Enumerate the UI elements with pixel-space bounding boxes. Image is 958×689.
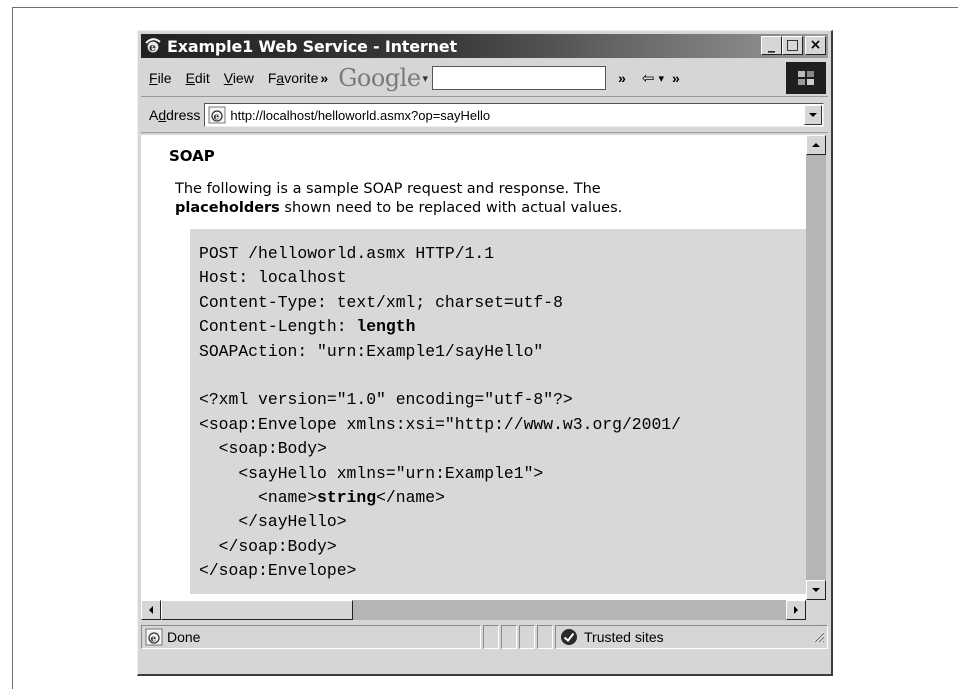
arrow-right-icon	[794, 606, 798, 614]
address-label: Address	[149, 107, 200, 123]
menu-edit-rest: dit	[194, 70, 210, 86]
address-dropdown-icon[interactable]	[804, 105, 822, 125]
code-line: Content-Length: length	[199, 315, 681, 339]
svg-text:e: e	[149, 41, 156, 54]
toolbar-overflow-chevron-2[interactable]: »	[672, 70, 680, 86]
code-line: <soap:Envelope xmlns:xsi="http://www.w3.…	[199, 414, 681, 434]
page-frame-left	[12, 7, 13, 689]
google-logo[interactable]: Google	[338, 64, 421, 92]
code-line: SOAPAction: "urn:Example1/sayHello"	[199, 341, 544, 361]
menu-favorites[interactable]: Favorite	[268, 70, 319, 86]
address-url: http://localhost/helloworld.asmx?op=sayH…	[230, 107, 491, 123]
code-line-part: Content-Length:	[199, 317, 357, 337]
security-zone-panel[interactable]: Trusted sites	[555, 625, 828, 649]
menu-view-accel: V	[223, 70, 233, 86]
address-label-pre: A	[149, 107, 159, 123]
ie-icon: e	[144, 37, 162, 55]
trusted-sites-check-icon	[560, 628, 578, 646]
scroll-up-button[interactable]	[806, 135, 826, 155]
menu-edit-accel: E	[185, 70, 195, 86]
code-line: POST /helloworld.asmx HTTP/1.1	[199, 244, 495, 263]
page-icon: e	[208, 106, 226, 124]
page-content: SOAP The following is a sample SOAP requ…	[141, 135, 806, 600]
menu-view-rest: iew	[232, 70, 254, 86]
minimize-button[interactable]: _	[761, 36, 782, 55]
description-bold: placeholders	[175, 200, 280, 216]
google-dropdown-icon[interactable]: ▾	[423, 72, 429, 85]
code-line: <soap:Body>	[199, 439, 327, 459]
svg-text:e: e	[151, 635, 157, 645]
description-line2: placeholders shown need to be replaced w…	[175, 199, 795, 218]
address-label-accel: d	[158, 107, 167, 123]
back-button[interactable]: ⇦ ▾	[642, 69, 664, 87]
scrollbar-corner	[806, 600, 826, 620]
scroll-left-button[interactable]	[141, 600, 161, 620]
google-search-input[interactable]	[432, 66, 607, 90]
code-line-part: </name>	[376, 488, 445, 508]
status-text: Done	[167, 629, 201, 645]
address-input[interactable]: e http://localhost/helloworld.asmx?op=sa…	[204, 103, 824, 127]
code-line-blank: ​	[199, 364, 681, 388]
window-title: Example1 Web Service - Internet	[167, 36, 457, 56]
window-controls: _ □ ×	[761, 36, 826, 55]
status-cell	[483, 625, 499, 649]
back-dropdown-icon: ▾	[658, 72, 664, 85]
menu-file[interactable]: File	[149, 70, 172, 86]
menu-file-rest: ile	[157, 70, 172, 86]
status-bar: e Done Trusted sites	[141, 624, 828, 650]
horizontal-scrollbar[interactable]	[141, 600, 806, 620]
vertical-scrollbar[interactable]	[806, 135, 826, 600]
status-cell	[537, 625, 553, 649]
status-cell	[501, 625, 517, 649]
description-line2-rest: shown need to be replaced with actual va…	[279, 200, 623, 216]
status-cell	[519, 625, 535, 649]
horizontal-scroll-thumb[interactable]	[161, 600, 353, 620]
close-button[interactable]: ×	[805, 36, 826, 55]
title-bar: e Example1 Web Service - Internet _ □ ×	[141, 34, 828, 58]
menu-file-accel: F	[149, 70, 158, 86]
maximize-button[interactable]: □	[782, 36, 803, 55]
menu-bar: File Edit View Favorite » Google ▾ » ⇦ ▾…	[141, 60, 828, 97]
code-placeholder: string	[317, 488, 377, 508]
status-page-icon: e	[145, 628, 163, 646]
menu-favorites-rest: vorite	[284, 70, 319, 86]
code-line: Host: localhost	[199, 268, 347, 288]
back-arrow-icon: ⇦	[641, 70, 655, 87]
security-zone-text: Trusted sites	[584, 629, 664, 645]
windows-logo-icon	[786, 62, 826, 94]
menu-overflow-chevron[interactable]: »	[320, 70, 328, 86]
arrow-up-icon	[812, 143, 820, 147]
code-line: </soap:Envelope>	[199, 561, 357, 581]
address-bar: Address e http://localhost/helloworld.as…	[141, 98, 828, 133]
browser-window: e Example1 Web Service - Internet _ □ × …	[137, 30, 833, 676]
code-line: Content-Type: text/xml; charset=utf-8	[199, 292, 563, 312]
description: The following is a sample SOAP request a…	[175, 180, 795, 218]
svg-text:e: e	[214, 113, 220, 123]
address-label-rest: dress	[166, 107, 201, 123]
resize-grip-icon[interactable]	[811, 629, 825, 646]
code-line: <sayHello xmlns="urn:Example1">	[199, 463, 544, 483]
scroll-down-button[interactable]	[806, 580, 826, 600]
page-frame-top	[12, 7, 958, 8]
arrow-down-icon	[812, 588, 820, 592]
code-placeholder: length	[356, 317, 416, 337]
arrow-left-icon	[149, 606, 153, 614]
description-line1: The following is a sample SOAP request a…	[175, 181, 601, 197]
code-line: <name>string</name>	[199, 486, 681, 510]
scroll-right-button[interactable]	[786, 600, 806, 620]
code-line: </soap:Body>	[199, 536, 337, 556]
status-text-panel: e Done	[141, 625, 481, 649]
code-line: <?xml version="1.0" encoding="utf-8"?>	[199, 390, 573, 410]
menu-edit[interactable]: Edit	[186, 70, 210, 86]
toolbar-overflow-chevron[interactable]: »	[618, 70, 626, 86]
code-line-part: <name>	[199, 488, 318, 508]
code-sample: POST /helloworld.asmx HTTP/1.1 Host: loca…	[199, 242, 681, 584]
menu-view[interactable]: View	[224, 70, 254, 86]
section-title: SOAP	[169, 147, 215, 165]
code-line: </sayHello>	[199, 512, 347, 532]
